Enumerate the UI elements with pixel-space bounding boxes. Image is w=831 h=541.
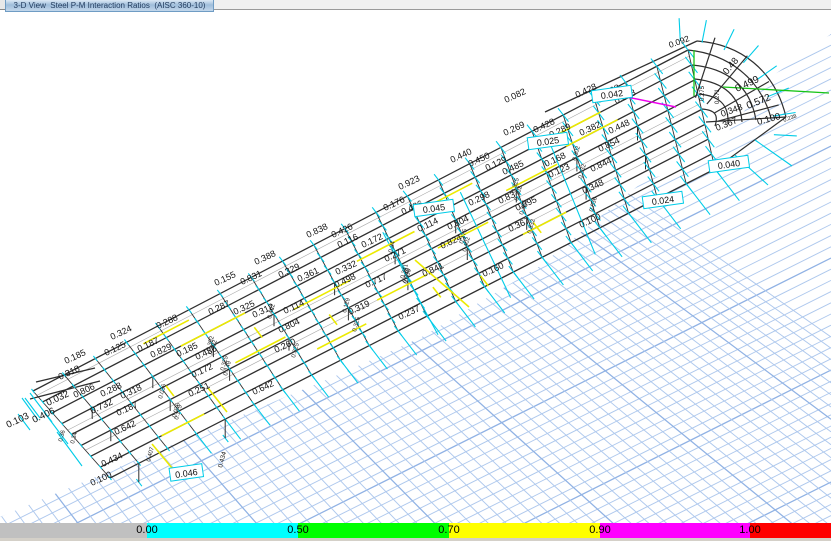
svg-text:0.092: 0.092: [667, 33, 691, 50]
svg-text:0.271: 0.271: [715, 88, 721, 104]
svg-text:0.269: 0.269: [502, 119, 527, 138]
svg-text:0.172: 0.172: [190, 361, 215, 380]
svg-text:0.448: 0.448: [607, 117, 632, 136]
svg-text:0.434: 0.434: [100, 450, 125, 469]
svg-text:0.100: 0.100: [756, 111, 782, 128]
svg-text:0.318: 0.318: [119, 382, 144, 401]
svg-text:0.407: 0.407: [146, 446, 156, 463]
svg-text:0.854: 0.854: [597, 135, 622, 154]
svg-text:0.838: 0.838: [305, 221, 330, 240]
svg-text:0.642: 0.642: [251, 378, 276, 397]
svg-text:0.155: 0.155: [213, 269, 238, 288]
svg-text:0.298: 0.298: [467, 189, 492, 208]
svg-text:0.160: 0.160: [481, 260, 506, 279]
svg-text:0.717: 0.717: [364, 271, 389, 290]
svg-text:0.103: 0.103: [5, 411, 31, 431]
svg-text:0.238: 0.238: [783, 114, 798, 124]
svg-text:0.804: 0.804: [277, 316, 302, 335]
svg-text:0.237: 0.237: [397, 303, 422, 322]
svg-text:0.388: 0.388: [253, 248, 278, 267]
svg-text:0.114: 0.114: [416, 216, 440, 234]
svg-text:0.185: 0.185: [63, 347, 88, 366]
svg-text:0.187: 0.187: [115, 399, 140, 418]
svg-text:0.844: 0.844: [589, 155, 614, 174]
svg-text:0.275: 0.275: [700, 85, 706, 101]
svg-text:0.287: 0.287: [207, 298, 232, 317]
svg-text:0.34: 0.34: [70, 431, 79, 444]
svg-text:0.082: 0.082: [503, 86, 528, 105]
svg-text:0.923: 0.923: [397, 173, 422, 192]
svg-text:0.367: 0.367: [714, 115, 739, 133]
svg-text:0.114: 0.114: [282, 298, 306, 316]
svg-text:0.324: 0.324: [109, 323, 134, 342]
svg-text:0.406: 0.406: [31, 406, 57, 426]
